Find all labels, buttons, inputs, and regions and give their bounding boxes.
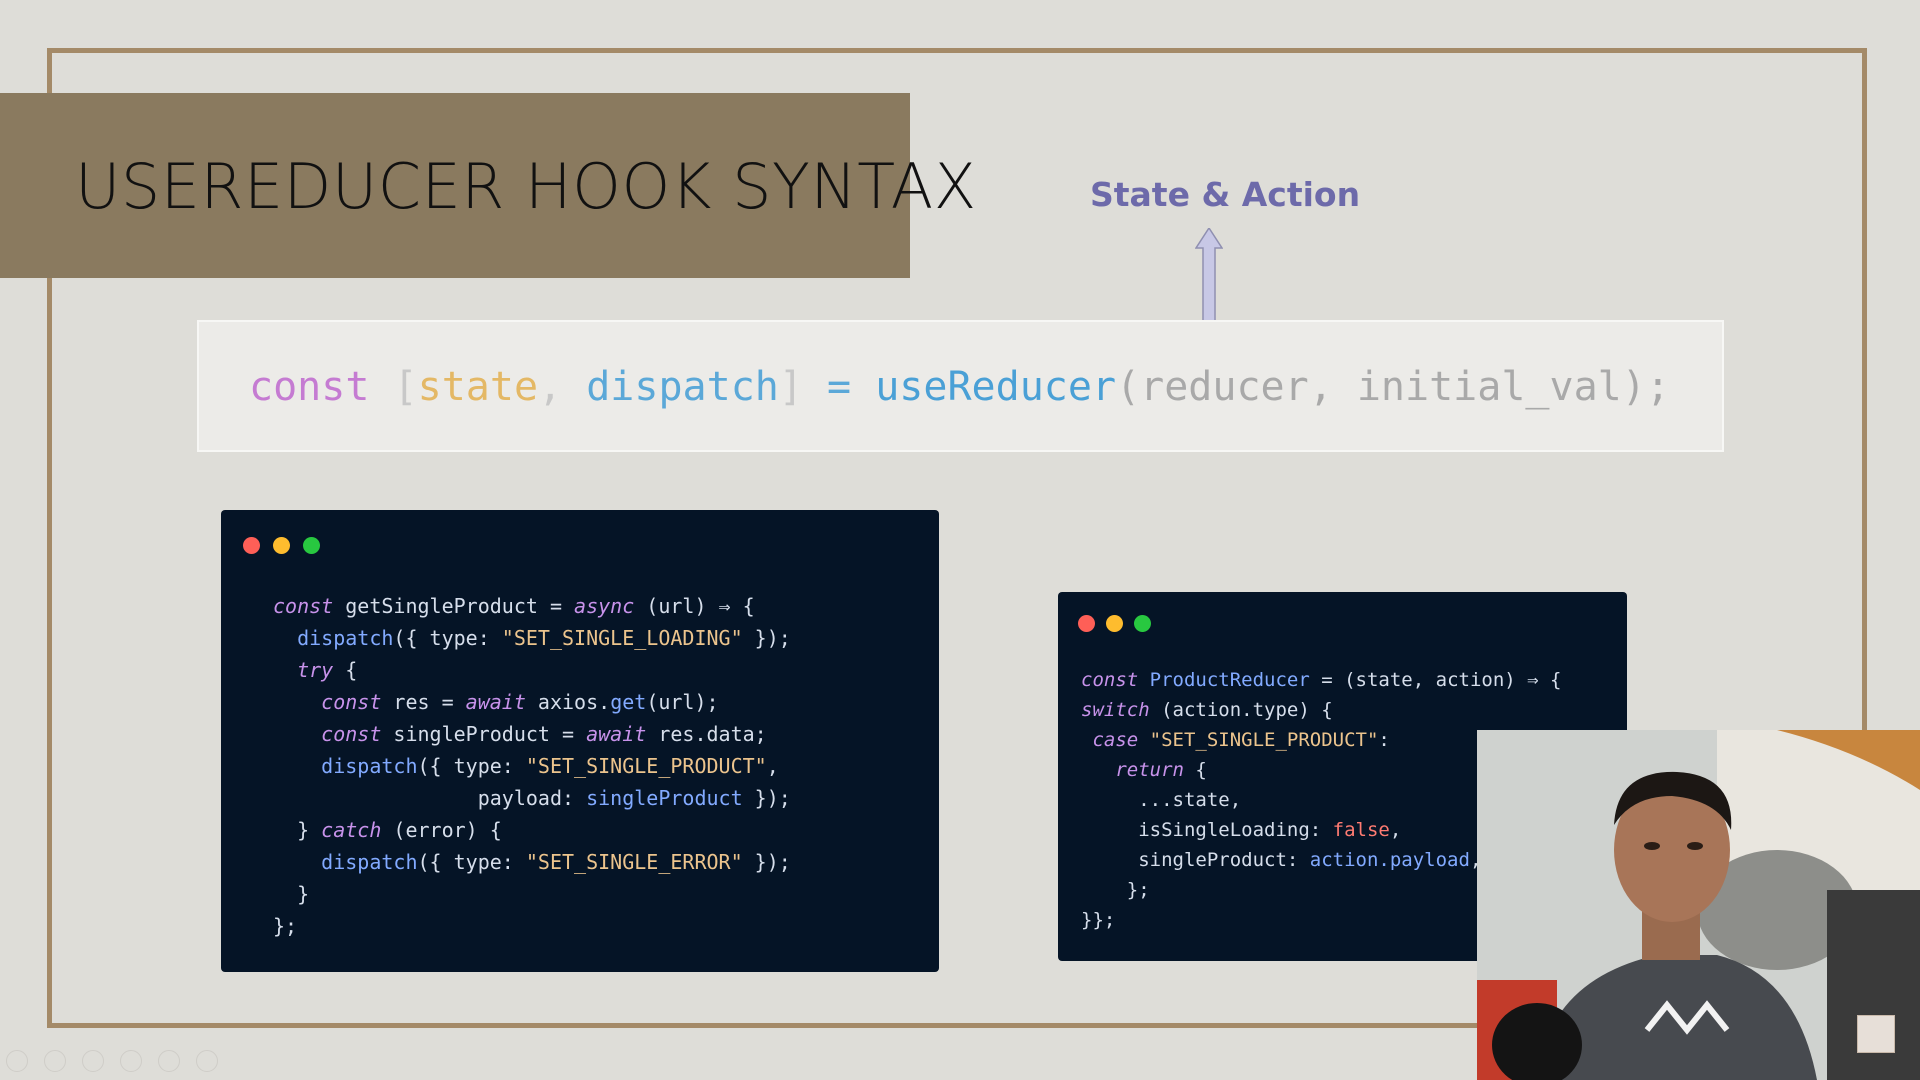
code-token: const	[273, 594, 334, 618]
code-token: }};	[1081, 909, 1116, 931]
syntax-function: useReducer	[875, 364, 1117, 410]
code-token: singleProduct	[586, 786, 743, 810]
window-maximize-dot	[303, 537, 320, 554]
previous-slide-icon[interactable]	[6, 1050, 28, 1072]
code-block-get-single-product: const getSingleProduct = async (url) ⇒ {…	[273, 590, 791, 942]
presenter-webcam	[1477, 730, 1920, 1080]
syntax-arguments: (reducer, initial_val);	[1116, 364, 1670, 410]
code-token: catch	[321, 818, 382, 842]
code-token: dispatch	[273, 626, 394, 650]
code-token: action.payload	[1309, 849, 1470, 871]
code-token: await	[586, 722, 647, 746]
code-token: {	[333, 658, 358, 682]
code-token: ({ type:	[417, 754, 526, 778]
code-token: "SET_SINGLE_ERROR"	[525, 850, 743, 874]
syntax-box: const [state, dispatch] = useReducer(red…	[197, 320, 1724, 452]
code-token: get	[610, 690, 647, 714]
code-token: axios.	[525, 690, 611, 714]
code-token: ...state,	[1081, 789, 1242, 811]
presentation-controls	[6, 1050, 229, 1074]
code-token: singleProduct =	[381, 722, 587, 746]
code-token: ,	[1389, 819, 1402, 841]
code-token: = (state, action) ⇒ {	[1309, 669, 1562, 691]
state-action-annotation: State & Action	[1090, 175, 1361, 214]
code-token: "SET_SINGLE_PRODUCT"	[525, 754, 767, 778]
code-token: :	[1378, 729, 1390, 751]
next-slide-icon[interactable]	[44, 1050, 67, 1072]
syntax-state: state	[417, 364, 539, 410]
code-token: payload:	[273, 786, 587, 810]
code-token: dispatch	[273, 850, 418, 874]
more-options-icon[interactable]	[196, 1050, 219, 1072]
code-token: ,	[766, 754, 779, 778]
window-close-dot	[243, 537, 260, 554]
code-token: isSingleLoading:	[1081, 819, 1333, 841]
syntax-dispatch: dispatch	[586, 364, 779, 410]
code-token: getSingleProduct =	[333, 594, 575, 618]
syntax-bracket-close: ]	[778, 364, 803, 410]
code-token: {	[1183, 759, 1207, 781]
window-minimize-dot	[1106, 615, 1123, 632]
code-token: dispatch	[273, 754, 418, 778]
code-token: const	[1081, 669, 1139, 691]
code-token: try	[273, 658, 334, 682]
code-token: (url) ⇒ {	[634, 594, 755, 618]
code-token: "SET_SINGLE_LOADING"	[501, 626, 743, 650]
code-token: const	[273, 722, 382, 746]
code-token: }	[273, 818, 322, 842]
code-token: });	[742, 786, 791, 810]
code-token: });	[742, 626, 791, 650]
code-token: singleProduct:	[1081, 849, 1310, 871]
usereducer-syntax-line: const [state, dispatch] = useReducer(red…	[249, 364, 1670, 410]
code-token: }	[273, 882, 310, 906]
code-token: const	[273, 690, 382, 714]
code-token: res.data;	[646, 722, 767, 746]
channel-logo	[1857, 1015, 1895, 1053]
syntax-equals: =	[802, 364, 876, 410]
code-token: ({ type:	[417, 850, 526, 874]
syntax-comma: ,	[538, 364, 587, 410]
syntax-bracket-open: [	[393, 364, 418, 410]
code-token: };	[1081, 879, 1150, 901]
code-token: case	[1081, 729, 1139, 751]
code-token: await	[465, 690, 526, 714]
zoom-icon[interactable]	[158, 1050, 181, 1072]
code-token: ({ type:	[393, 626, 502, 650]
pen-icon[interactable]	[82, 1050, 105, 1072]
code-token: false	[1332, 819, 1390, 841]
code-token: };	[273, 914, 298, 938]
slides-icon[interactable]	[120, 1050, 143, 1072]
code-token: (error) {	[381, 818, 502, 842]
slide-title: USEREDUCER HOOK SYNTAX	[75, 150, 977, 223]
code-token: res =	[381, 690, 466, 714]
code-token: switch	[1081, 699, 1150, 721]
code-token: (action.type) {	[1149, 699, 1333, 721]
code-token: ProductReducer	[1138, 669, 1310, 691]
syntax-keyword: const	[249, 364, 370, 410]
code-token: "SET_SINGLE_PRODUCT"	[1138, 729, 1379, 751]
code-token: (url);	[646, 690, 719, 714]
code-token: return	[1081, 759, 1184, 781]
code-token: });	[742, 850, 791, 874]
code-window-get-single-product: const getSingleProduct = async (url) ⇒ {…	[221, 510, 939, 972]
window-maximize-dot	[1134, 615, 1151, 632]
code-token: async	[574, 594, 635, 618]
window-close-dot	[1078, 615, 1095, 632]
window-minimize-dot	[273, 537, 290, 554]
